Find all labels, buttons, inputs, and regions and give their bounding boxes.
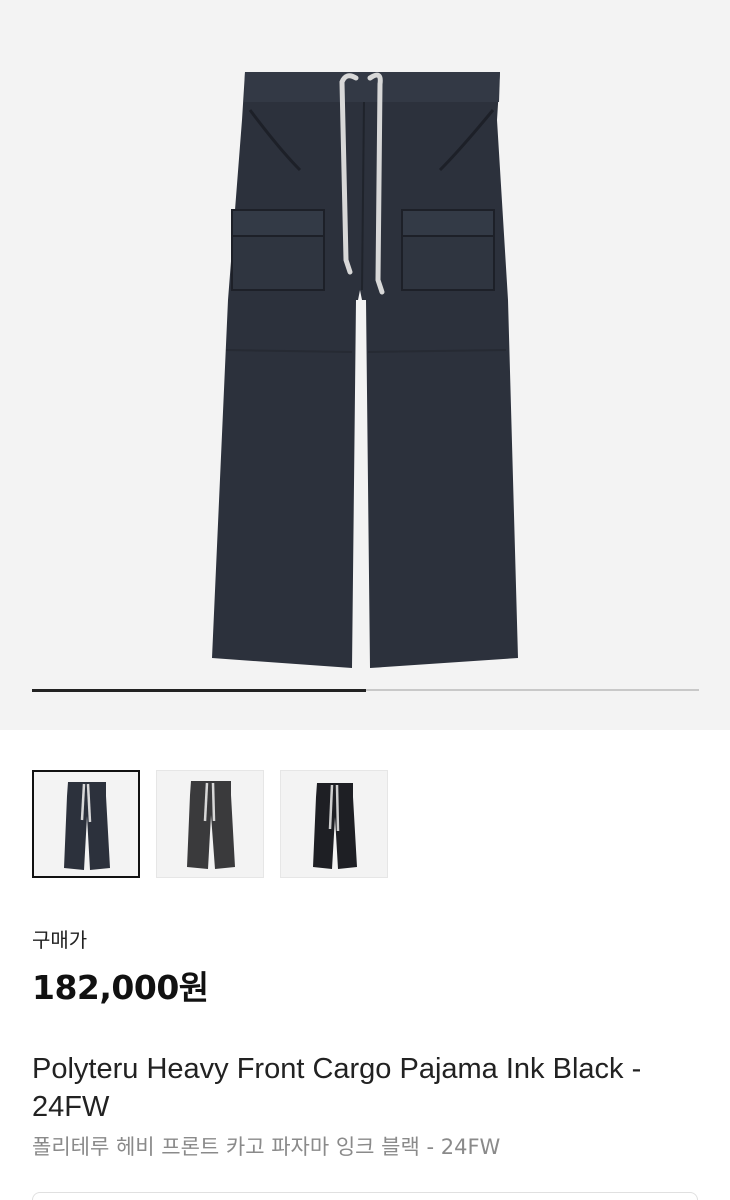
gallery-progress-bar bbox=[32, 688, 699, 692]
product-subtitle: 폴리테루 헤비 프론트 카고 파자마 잉크 블랙 - 24FW bbox=[32, 1135, 501, 1159]
product-title: Polyteru Heavy Front Cargo Pajama Ink Bl… bbox=[32, 1053, 642, 1123]
price-label: 구매가 bbox=[32, 928, 88, 952]
thumbnail-image bbox=[313, 783, 357, 869]
gallery-progress-fill bbox=[32, 688, 366, 692]
thumbnail-2[interactable] bbox=[156, 770, 264, 878]
thumbnail-strip bbox=[32, 770, 392, 878]
thumbnail-1[interactable] bbox=[32, 770, 140, 878]
thumbnail-3[interactable] bbox=[280, 770, 388, 878]
thumbnail-image bbox=[64, 782, 110, 870]
price-value: 182,000원 bbox=[32, 968, 209, 1007]
main-product-image bbox=[212, 72, 518, 668]
product-image-gallery[interactable] bbox=[0, 0, 730, 730]
thumbnail-image bbox=[187, 781, 235, 869]
bottom-card-edge bbox=[32, 1192, 698, 1200]
